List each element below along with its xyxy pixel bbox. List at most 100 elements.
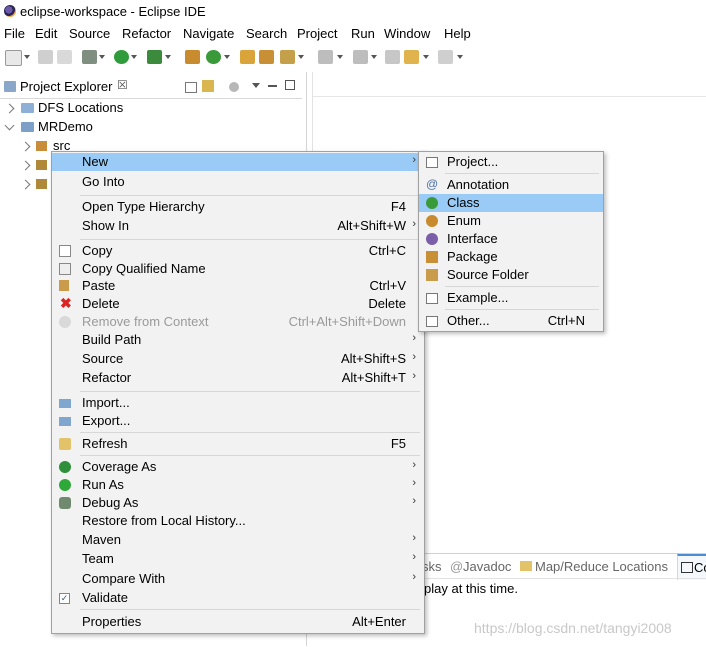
menu-project[interactable]: Project xyxy=(297,26,337,41)
console-icon xyxy=(681,562,693,573)
menu-item-remove-from-context[interactable]: Remove from Context Ctrl+Alt+Shift+Down xyxy=(52,313,424,331)
menu-item-go-into[interactable]: Go Into xyxy=(52,173,424,191)
menu-item-validate[interactable]: ✓ Validate xyxy=(52,589,424,607)
tree-item-label: DFS Locations xyxy=(38,100,124,115)
prev-annotation-icon[interactable] xyxy=(353,50,368,64)
submenu-item-annotation[interactable]: @ Annotation xyxy=(419,176,603,194)
menu-item-paste[interactable]: Paste Ctrl+V xyxy=(52,277,424,295)
submenu-item-class[interactable]: Class xyxy=(419,194,603,212)
tree-item-mrdemo[interactable]: MRDemo xyxy=(0,118,300,136)
new-icon[interactable] xyxy=(5,50,22,66)
tree-item-dfs-locations[interactable]: DFS Locations xyxy=(0,99,300,117)
copy-icon xyxy=(59,245,71,257)
menu-item-new[interactable]: New › xyxy=(52,153,424,171)
menu-source[interactable]: Source xyxy=(69,26,110,41)
copy-qualified-icon xyxy=(59,263,71,275)
expand-icon[interactable] xyxy=(4,103,15,114)
coverage-icon xyxy=(59,461,71,473)
menu-item-compare-with[interactable]: Compare With › xyxy=(52,570,424,588)
project-explorer-tab[interactable]: Project Explorer ☒ xyxy=(0,74,302,99)
delete-icon: ✖ xyxy=(60,295,72,311)
menu-run[interactable]: Run xyxy=(351,26,375,41)
paste-icon xyxy=(59,280,69,291)
menu-item-delete[interactable]: ✖ Delete Delete xyxy=(52,295,424,313)
collapse-all-icon[interactable] xyxy=(185,82,197,93)
submenu-arrow-icon: › xyxy=(412,154,416,166)
save-all-icon[interactable] xyxy=(57,50,72,64)
search-icon[interactable] xyxy=(280,50,295,64)
coverage-icon[interactable] xyxy=(147,50,162,64)
menu-search[interactable]: Search xyxy=(246,26,287,41)
menu-item-export[interactable]: Export... xyxy=(52,412,424,430)
tab-javadoc[interactable]: Javadoc xyxy=(463,559,511,574)
tab-map-reduce-locations[interactable]: Map/Reduce Locations xyxy=(535,559,668,574)
menu-item-copy-qualified-name[interactable]: Copy Qualified Name xyxy=(52,260,424,278)
refresh-icon xyxy=(59,438,71,450)
minimize-icon[interactable] xyxy=(268,85,277,87)
open-type-icon[interactable] xyxy=(240,50,255,64)
save-icon[interactable] xyxy=(38,50,53,64)
submenu-item-interface[interactable]: Interface xyxy=(419,230,603,248)
menu-item-properties[interactable]: Properties Alt+Enter xyxy=(52,613,424,631)
window-title: eclipse-workspace - Eclipse IDE xyxy=(20,4,206,19)
menu-item-build-path[interactable]: Build Path › xyxy=(52,331,424,349)
menu-item-copy[interactable]: Copy Ctrl+C xyxy=(52,242,424,260)
next-annotation-icon[interactable] xyxy=(318,50,333,64)
interface-icon xyxy=(426,233,438,245)
menu-edit[interactable]: Edit xyxy=(35,26,57,41)
debug-config-icon[interactable] xyxy=(82,50,97,64)
menu-item-team[interactable]: Team › xyxy=(52,550,424,568)
library-icon xyxy=(36,160,47,170)
submenu-arrow-icon: › xyxy=(412,218,416,230)
expand-icon[interactable] xyxy=(20,179,31,190)
collapse-icon[interactable] xyxy=(4,120,15,131)
menu-item-show-in[interactable]: Show In Alt+Shift+W › xyxy=(52,217,424,235)
source-folder-icon xyxy=(426,269,438,281)
menu-item-refactor[interactable]: Refactor Alt+Shift+T › xyxy=(52,369,424,387)
menu-item-restore-local-history[interactable]: Restore from Local History... xyxy=(52,512,424,530)
tab-console-label: Co xyxy=(694,560,706,575)
link-editor-icon[interactable] xyxy=(202,80,214,92)
menu-item-import[interactable]: Import... xyxy=(52,394,424,412)
menu-item-source[interactable]: Source Alt+Shift+S › xyxy=(52,350,424,368)
tree-item-library[interactable] xyxy=(0,175,50,193)
run-icon xyxy=(59,479,71,491)
new-class-icon[interactable] xyxy=(206,50,221,64)
example-icon xyxy=(426,293,438,304)
menu-help[interactable]: Help xyxy=(444,26,471,41)
submenu-item-enum[interactable]: Enum xyxy=(419,212,603,230)
editor-tabs xyxy=(313,72,706,97)
back-icon[interactable] xyxy=(404,50,419,64)
tab-console-active[interactable]: Co xyxy=(677,554,706,580)
open-task-icon[interactable] xyxy=(259,50,274,64)
filter-icon[interactable] xyxy=(229,82,239,92)
submenu-item-example[interactable]: Example... xyxy=(419,289,603,307)
menu-item-refresh[interactable]: Refresh F5 xyxy=(52,435,424,453)
menu-refactor[interactable]: Refactor xyxy=(122,26,171,41)
menu-file[interactable]: File xyxy=(4,26,25,41)
submenu-item-project[interactable]: Project... xyxy=(419,153,603,171)
expand-icon[interactable] xyxy=(20,141,31,152)
view-menu-icon[interactable] xyxy=(252,83,260,88)
forward-icon[interactable] xyxy=(438,50,453,64)
submenu-item-other[interactable]: Other... Ctrl+N xyxy=(419,312,603,330)
menu-item-debug-as[interactable]: Debug As › xyxy=(52,494,424,512)
main-toolbar xyxy=(0,44,706,72)
menu-window[interactable]: Window xyxy=(384,26,430,41)
menu-navigate[interactable]: Navigate xyxy=(183,26,234,41)
maximize-icon[interactable] xyxy=(285,80,295,90)
remove-context-icon xyxy=(59,316,71,328)
close-icon[interactable]: ☒ xyxy=(117,78,128,92)
submenu-item-package[interactable]: Package xyxy=(419,248,603,266)
menu-item-open-type-hierarchy[interactable]: Open Type Hierarchy F4 xyxy=(52,198,424,216)
menu-item-coverage-as[interactable]: Coverage As › xyxy=(52,458,424,476)
run-icon[interactable] xyxy=(114,50,129,64)
annotation-icon: @ xyxy=(426,177,439,191)
tree-item-library[interactable] xyxy=(0,156,50,174)
expand-icon[interactable] xyxy=(20,160,31,171)
menu-item-maven[interactable]: Maven › xyxy=(52,531,424,549)
submenu-item-source-folder[interactable]: Source Folder xyxy=(419,266,603,284)
last-edit-icon[interactable] xyxy=(385,50,400,64)
menu-item-run-as[interactable]: Run As › xyxy=(52,476,424,494)
new-java-project-icon[interactable] xyxy=(185,50,200,64)
